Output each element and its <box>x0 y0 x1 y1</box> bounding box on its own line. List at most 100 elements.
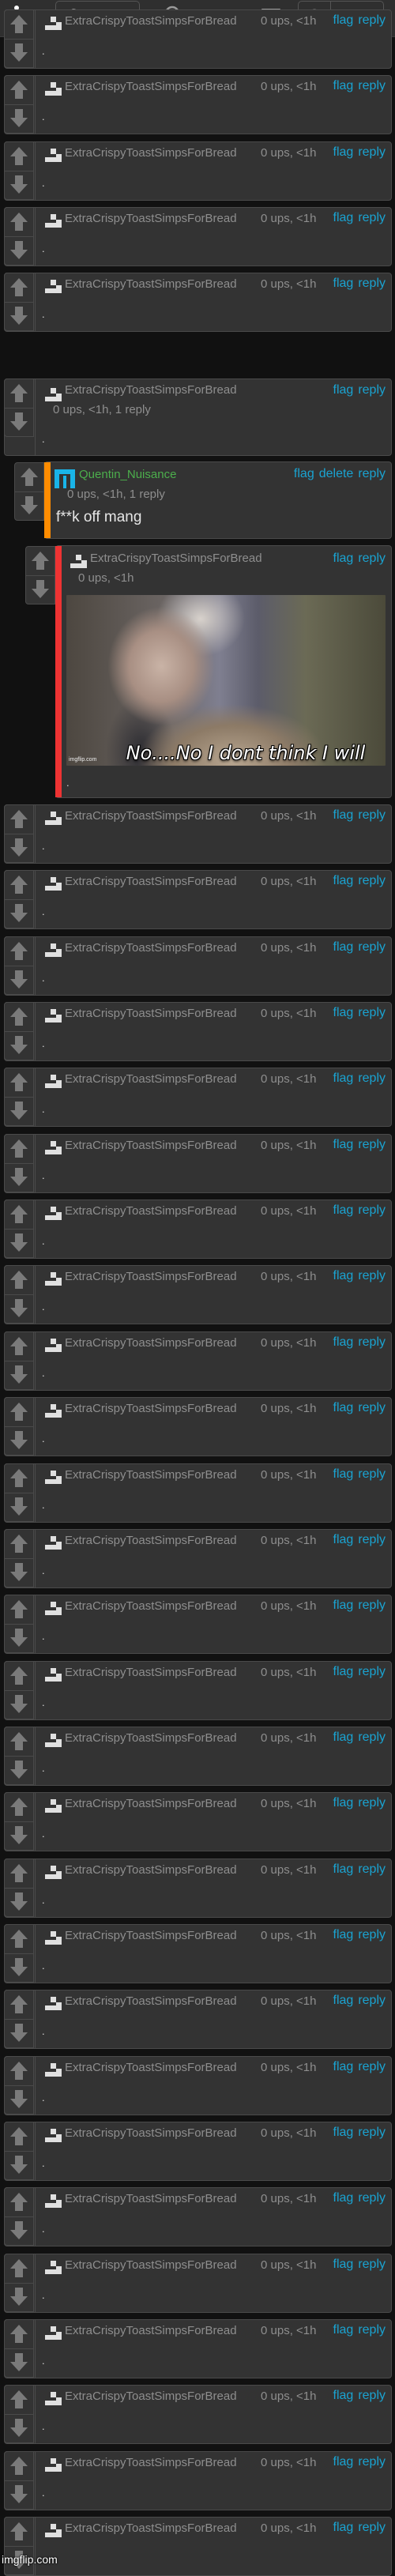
default-avatar-icon[interactable] <box>45 1734 62 1747</box>
comment-username[interactable]: ExtraCrispyToastSimpsForBread <box>65 2258 237 2272</box>
downvote-button[interactable] <box>5 170 33 200</box>
reply-link[interactable]: reply <box>358 2060 386 2073</box>
flag-link[interactable]: flag <box>333 1467 354 1481</box>
reply-link[interactable]: reply <box>358 1599 386 1612</box>
default-avatar-icon[interactable] <box>45 1799 62 1813</box>
upvote-button[interactable] <box>5 208 33 236</box>
default-avatar-icon[interactable] <box>45 2129 62 2142</box>
downvote-button[interactable] <box>5 1030 33 1060</box>
downvote-button[interactable] <box>5 1557 33 1587</box>
downvote-button[interactable] <box>5 1425 33 1456</box>
comment-username[interactable]: ExtraCrispyToastSimpsForBread <box>90 552 262 565</box>
flag-link[interactable]: flag <box>333 940 354 954</box>
upvote-button[interactable] <box>5 142 33 171</box>
downvote-button[interactable] <box>5 1228 33 1258</box>
comment-username[interactable]: ExtraCrispyToastSimpsForBread <box>65 212 237 225</box>
reply-link[interactable]: reply <box>358 2126 386 2139</box>
reply-link[interactable]: reply <box>358 467 386 480</box>
reply-link[interactable]: reply <box>358 2455 386 2469</box>
reply-link[interactable]: reply <box>358 2323 386 2337</box>
reply-link[interactable]: reply <box>358 13 386 27</box>
downvote-button[interactable] <box>5 1360 33 1390</box>
comment-username[interactable]: ExtraCrispyToastSimpsForBread <box>65 1204 237 1218</box>
flag-link[interactable]: flag <box>333 2258 354 2271</box>
upvote-button[interactable] <box>5 2452 33 2480</box>
default-avatar-icon[interactable] <box>70 555 87 568</box>
comment-username[interactable]: ExtraCrispyToastSimpsForBread <box>65 1534 237 1547</box>
downvote-button[interactable] <box>5 1492 33 1522</box>
flag-link[interactable]: flag <box>333 1796 354 1810</box>
flag-link[interactable]: flag <box>333 79 354 92</box>
reply-link[interactable]: reply <box>358 2389 386 2402</box>
reply-link[interactable]: reply <box>358 1401 386 1414</box>
flag-link[interactable]: flag <box>333 1665 354 1678</box>
comment-username[interactable]: ExtraCrispyToastSimpsForBread <box>65 80 237 93</box>
flag-link[interactable]: flag <box>333 1006 354 1019</box>
upvote-button[interactable] <box>5 871 33 899</box>
flag-link[interactable]: flag <box>333 2521 354 2534</box>
flag-link[interactable]: flag <box>333 1269 354 1282</box>
comment-username[interactable]: ExtraCrispyToastSimpsForBread <box>65 2521 237 2535</box>
comment-username[interactable]: ExtraCrispyToastSimpsForBread <box>65 1863 237 1877</box>
default-avatar-icon[interactable] <box>45 1997 62 2010</box>
reply-link[interactable]: reply <box>358 1138 386 1151</box>
downvote-button[interactable] <box>5 2018 33 2048</box>
downvote-button[interactable] <box>5 898 33 928</box>
reply-link[interactable]: reply <box>358 277 386 290</box>
default-avatar-icon[interactable] <box>45 877 62 891</box>
comment-username[interactable]: ExtraCrispyToastSimpsForBread <box>65 2192 237 2205</box>
reply-link[interactable]: reply <box>358 1335 386 1349</box>
downvote-button[interactable] <box>5 1689 33 1719</box>
flag-link[interactable]: flag <box>333 1599 354 1612</box>
upvote-button[interactable] <box>5 1990 33 2019</box>
reply-link[interactable]: reply <box>358 874 386 887</box>
upvote-button[interactable] <box>5 2518 33 2546</box>
default-avatar-icon[interactable] <box>45 943 62 957</box>
default-avatar-icon[interactable] <box>45 2392 62 2405</box>
flag-link[interactable]: flag <box>333 1731 354 1744</box>
upvote-button[interactable] <box>5 1859 33 1888</box>
comment-username[interactable]: ExtraCrispyToastSimpsForBread <box>65 2456 237 2469</box>
comment-username[interactable]: ExtraCrispyToastSimpsForBread <box>65 875 237 888</box>
default-avatar-icon[interactable] <box>45 1207 62 1220</box>
comment-username[interactable]: ExtraCrispyToastSimpsForBread <box>65 1468 237 1482</box>
upvote-button[interactable] <box>5 805 33 834</box>
downvote-button[interactable] <box>5 1887 33 1917</box>
upvote-button[interactable] <box>26 547 55 575</box>
downvote-button[interactable] <box>5 104 33 134</box>
downvote-button[interactable] <box>5 301 33 331</box>
flag-link[interactable]: flag <box>333 1533 354 1546</box>
reply-link[interactable]: reply <box>358 1533 386 1546</box>
downvote-button[interactable] <box>5 407 33 437</box>
default-avatar-icon[interactable] <box>45 214 62 228</box>
flag-link[interactable]: flag <box>333 277 354 290</box>
comment-username[interactable]: ExtraCrispyToastSimpsForBread <box>65 2390 237 2403</box>
comment-username[interactable]: ExtraCrispyToastSimpsForBread <box>65 14 237 28</box>
downvote-button[interactable] <box>5 1821 33 1851</box>
downvote-button[interactable] <box>5 2150 33 2180</box>
reply-link[interactable]: reply <box>358 1467 386 1481</box>
default-avatar-icon[interactable] <box>45 388 62 401</box>
reply-link[interactable]: reply <box>358 2521 386 2534</box>
default-avatar-icon[interactable] <box>45 1009 62 1022</box>
upvote-button[interactable] <box>5 2188 33 2216</box>
upvote-button[interactable] <box>5 1332 33 1361</box>
upvote-button[interactable] <box>5 1727 33 1756</box>
comment-username[interactable]: ExtraCrispyToastSimpsForBread <box>65 1797 237 1810</box>
default-avatar-icon[interactable] <box>45 1536 62 1550</box>
flag-link[interactable]: flag <box>333 1138 354 1151</box>
comment-username[interactable]: Quentin_Nuisance <box>79 468 176 481</box>
upvote-button[interactable] <box>5 1530 33 1558</box>
upvote-button[interactable] <box>5 937 33 966</box>
upvote-button[interactable] <box>5 1266 33 1294</box>
comment-username[interactable]: ExtraCrispyToastSimpsForBread <box>65 146 237 160</box>
flag-link[interactable]: flag <box>333 211 354 224</box>
comment-username[interactable]: ExtraCrispyToastSimpsForBread <box>65 1666 237 1679</box>
downvote-button[interactable] <box>26 574 55 604</box>
comment-username[interactable]: ExtraCrispyToastSimpsForBread <box>65 1336 237 1350</box>
meme-image[interactable]: imgflip.com No....No I dont think I will <box>66 595 386 766</box>
upvote-button[interactable] <box>5 1200 33 1229</box>
default-avatar-icon[interactable] <box>45 1339 62 1352</box>
user-avatar-icon[interactable] <box>54 467 76 489</box>
downvote-button[interactable] <box>5 235 33 266</box>
